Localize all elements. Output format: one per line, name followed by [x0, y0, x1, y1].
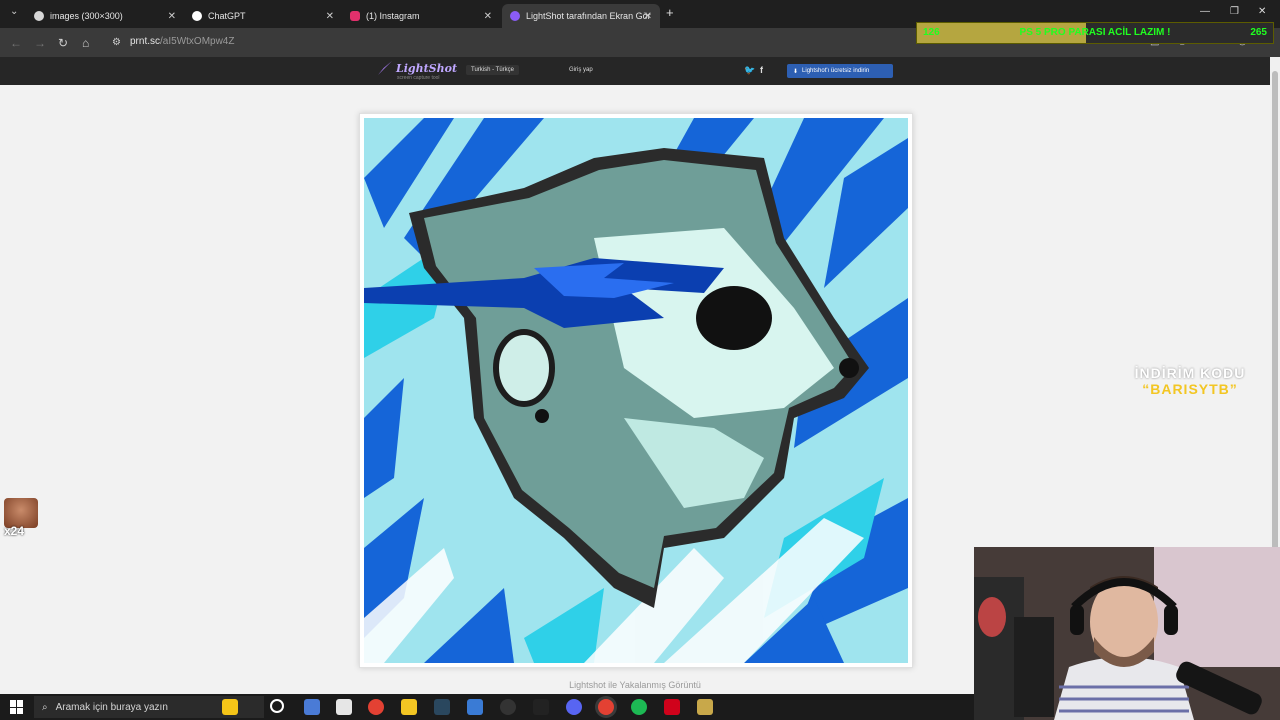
app-icon-4[interactable] — [697, 699, 713, 715]
goal-text: PS 5 PRO PARASI ACİL LAZIM ! — [1019, 27, 1171, 38]
forward-icon[interactable]: → — [34, 36, 46, 50]
close-icon[interactable]: ✕ — [168, 11, 176, 22]
obs-icon[interactable] — [500, 699, 516, 715]
login-link[interactable]: Giriş yap — [569, 67, 593, 73]
back-icon[interactable]: ← — [10, 36, 22, 50]
tab-images[interactable]: images (300×300) ✕ — [26, 4, 184, 28]
lightshot-subtitle: screen capture tool — [397, 75, 440, 81]
screenshot-image-frame — [359, 113, 913, 668]
app-icon-2[interactable] — [467, 699, 483, 715]
url-domain: prnt.sc — [130, 36, 161, 47]
download-icon: ⬇ — [793, 68, 799, 75]
app-icon-3[interactable] — [664, 699, 680, 715]
store-icon[interactable] — [336, 699, 352, 715]
instagram-icon — [350, 11, 360, 21]
webcam-feed — [974, 547, 1280, 720]
close-icon[interactable]: ✕ — [644, 11, 652, 22]
cortana-icon[interactable] — [270, 699, 284, 713]
promo-code: “BARISYTB” — [1142, 381, 1238, 397]
screenshot-image[interactable] — [364, 118, 908, 663]
feather-icon — [378, 61, 392, 75]
stream-goal-bar: 126 PS 5 PRO PARASI ACİL LAZIM ! 265 — [916, 22, 1274, 44]
chrome-active-icon[interactable] — [598, 699, 614, 715]
chrome-icon[interactable] — [368, 699, 384, 715]
search-icon: ⌕ — [42, 701, 48, 713]
tab-title: LightShot tarafından Ekran Gör — [526, 11, 651, 21]
window-close-button[interactable]: ✕ — [1258, 6, 1266, 17]
scroll-thumb[interactable] — [1272, 71, 1278, 551]
minimize-button[interactable]: — — [1200, 6, 1210, 17]
tab-title: images (300×300) — [50, 11, 123, 21]
nvidia-icon[interactable] — [533, 699, 549, 715]
close-icon[interactable]: ✕ — [326, 11, 334, 22]
download-label: Lightshot'ı ücretsiz indirin — [802, 68, 870, 74]
spotify-icon[interactable] — [631, 699, 647, 715]
site-info-icon[interactable]: ⚙ — [112, 37, 121, 48]
lightshot-logo[interactable]: LightShot — [378, 61, 457, 75]
restore-button[interactable]: ❐ — [1230, 6, 1239, 17]
language-selector[interactable]: Turkish - Türkçe — [466, 65, 520, 75]
tab-chatgpt[interactable]: ChatGPT ✕ — [184, 4, 342, 28]
tab-instagram[interactable]: (1) Instagram ✕ — [342, 4, 500, 28]
discord-icon[interactable] — [566, 699, 582, 715]
tab-title: (1) Instagram — [366, 11, 420, 21]
lightshot-title: LightShot — [396, 61, 458, 75]
chat-emote: x24 — [4, 498, 38, 542]
feather-icon — [510, 11, 520, 21]
close-icon[interactable]: ✕ — [484, 11, 492, 22]
globe-icon — [34, 11, 44, 21]
tab-list-icon[interactable]: ⌄ — [10, 6, 18, 17]
twitter-icon[interactable]: 🐦 — [744, 65, 755, 76]
image-caption: Lightshot ile Yakalanmış Görüntü — [569, 680, 701, 690]
promo-code-overlay: İNDİRİM KODU “BARISYTB” — [1110, 365, 1270, 397]
chatgpt-icon — [192, 11, 202, 21]
url-path: /aI5WtxOMpw4Z — [160, 36, 235, 47]
home-icon[interactable]: ⌂ — [82, 36, 89, 50]
emote-count: x24 — [4, 524, 25, 538]
lightshot-header: LightShot screen capture tool Turkish - … — [0, 57, 1270, 85]
windows-start-icon[interactable] — [10, 700, 24, 714]
tab-title: ChatGPT — [208, 11, 246, 21]
reload-icon[interactable]: ↻ — [58, 36, 68, 50]
streamer-webcam — [974, 547, 1280, 720]
new-tab-button[interactable]: + — [666, 5, 674, 20]
facebook-icon[interactable]: f — [760, 65, 763, 75]
search-placeholder: Aramak için buraya yazın — [55, 701, 168, 713]
app-icon[interactable] — [304, 699, 320, 715]
tab-lightshot[interactable]: LightShot tarafından Ekran Gör ✕ — [502, 4, 660, 28]
folder-icon[interactable] — [401, 699, 417, 715]
windows-taskbar: ⌕ Aramak için buraya yazın — [0, 694, 974, 720]
copilot-icon[interactable] — [222, 699, 238, 715]
address-bar[interactable]: prnt.sc/aI5WtxOMpw4Z — [130, 36, 234, 47]
download-button[interactable]: ⬇ Lightshot'ı ücretsiz indirin — [787, 64, 893, 78]
goal-target-value: 265 — [1250, 27, 1267, 38]
wolf-mascot-illustration — [364, 118, 908, 663]
promo-heading: İNDİRİM KODU — [1134, 365, 1246, 381]
steam-icon[interactable] — [434, 699, 450, 715]
